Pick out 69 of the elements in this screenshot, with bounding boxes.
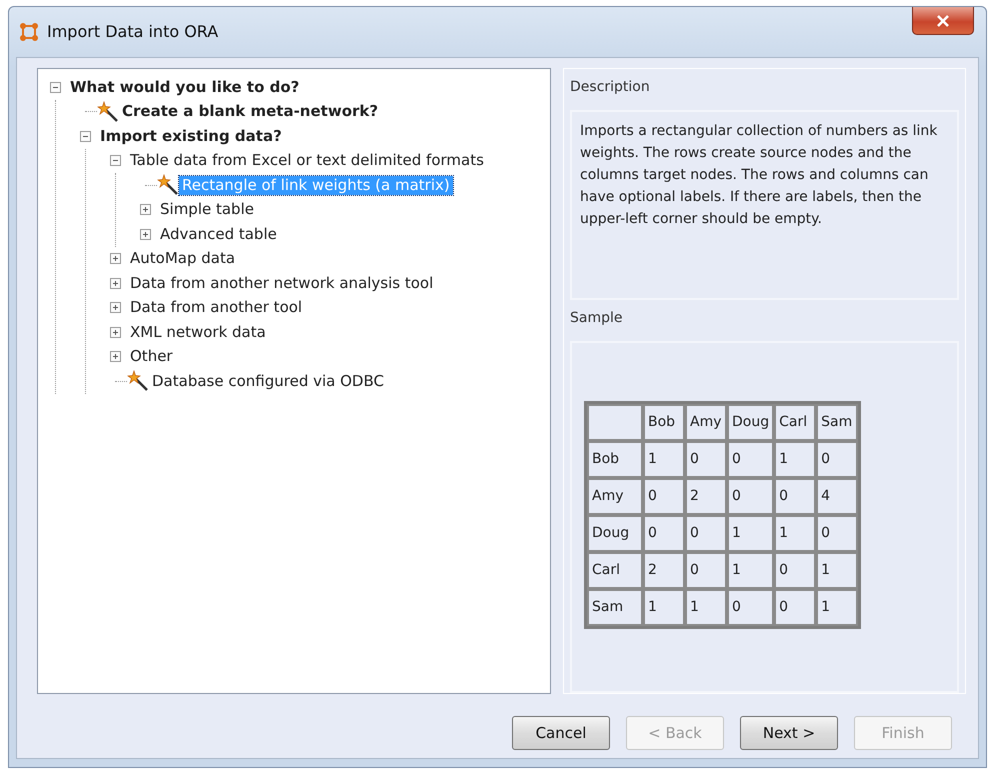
table-cell: 1 [727,515,774,552]
table-cell: 1 [727,552,774,589]
tree-item[interactable]: Other [127,347,176,366]
tree-item[interactable]: Data from another tool [127,298,306,318]
header-cell: Amy [587,478,643,515]
tree-item[interactable]: Simple table [157,200,257,220]
table-cell: 1 [685,589,727,626]
expand-icon[interactable] [110,278,121,289]
header-cell: Bob [643,404,685,441]
tree-item[interactable]: Data from another network analysis tool [127,274,436,293]
table-cell: 0 [643,515,685,552]
header-cell: Doug [727,404,774,441]
expand-icon[interactable] [140,228,151,240]
tree-item[interactable]: AutoMap data [127,249,238,268]
header-cell: Sam [816,404,858,441]
description-text: Imports a rectangular collection of numbers as link weights. The rows create source nodes and the columns target nodes. The rows and columns can have optional labels. If there are labels, then the upper-left corner should be empty. [580,122,938,229]
window-title: Import Data into ORA [47,21,218,43]
group-title: Description [570,78,651,97]
table-cell: 0 [685,552,727,589]
collapse-icon[interactable] [50,82,61,93]
expand-icon[interactable] [110,302,121,314]
table-cell: 0 [727,441,774,478]
table-cell: 1 [774,441,816,478]
table-cell: 1 [643,441,685,478]
wizard-button[interactable]: Next > [740,716,838,750]
table-cell: 0 [774,589,816,626]
magic-wand-icon [157,174,179,196]
table-cell: 4 [816,478,858,515]
table-cell: 0 [643,478,685,515]
table-cell: 0 [774,478,816,515]
table-cell: 2 [685,478,727,515]
close-icon [936,14,950,26]
tree-item[interactable]: Create a blank meta-network? [119,102,382,122]
table-cell: 1 [816,589,858,626]
header-cell: Amy [685,404,727,441]
table-cell: 1 [774,515,816,552]
group-title: Sample [570,309,624,328]
table-cell: 0 [816,441,858,478]
header-cell: Sam [587,589,643,626]
header-cell: Carl [587,552,643,589]
tree-item[interactable]: XML network data [127,322,269,342]
header-cell: Carl [774,404,816,441]
magic-wand-icon [127,370,149,392]
expand-icon[interactable] [110,351,121,362]
close-button[interactable] [912,7,974,35]
tree-item[interactable]: What would you like to do? [67,78,302,97]
wizard-button[interactable]: Cancel [512,716,610,750]
header-cell: Doug [587,515,643,552]
collapse-icon[interactable] [80,130,91,142]
expand-icon[interactable] [110,326,121,338]
magic-wand-icon [97,100,119,123]
tree-item[interactable]: Database configured via ODBC [149,372,387,391]
expand-icon[interactable] [140,204,151,216]
table-cell: 0 [727,478,774,515]
app-icon [19,22,39,42]
table-cell: 0 [816,515,858,552]
tree-item[interactable]: Advanced table [157,224,280,244]
table-cell: 0 [685,515,727,552]
tree-item[interactable]: Table data from Excel or text delimited formats [127,151,487,170]
table-cell: 0 [774,552,816,589]
table-cell: 1 [816,552,858,589]
table-cell: 0 [727,589,774,626]
expand-icon[interactable] [110,253,121,264]
collapse-icon[interactable] [110,155,121,166]
table-cell: 0 [685,441,727,478]
table-cell: 2 [643,552,685,589]
header-cell: Bob [587,441,643,478]
table-cell: 1 [643,589,685,626]
tree-item[interactable]: Import existing data? [97,126,285,146]
